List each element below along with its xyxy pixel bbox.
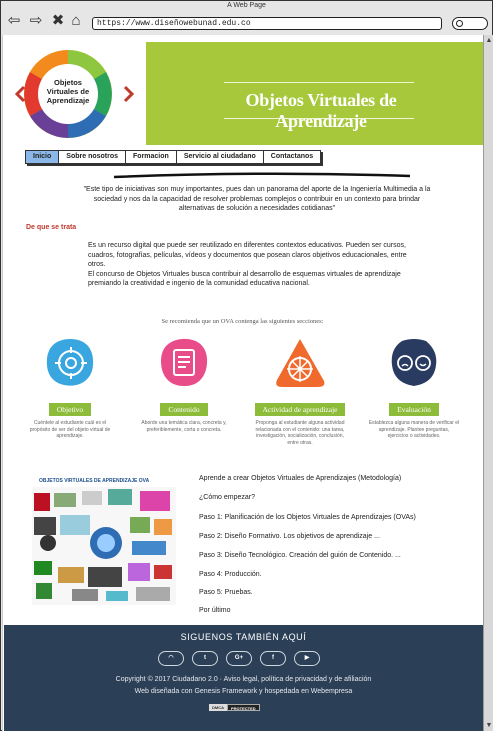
footer-title: SIGUENOS TAMBIÉN AQUÍ — [180, 632, 307, 642]
header-banner: Objetos Virtuales de Aprendizaje — [146, 42, 483, 145]
browser-toolbar: ⇦ ⇨ ✖ ⌂ https://www.diseñowebunad.edu.co — [1, 11, 492, 35]
logo-line-3: Aprendizaje — [47, 96, 90, 105]
card-title: Contenido — [160, 403, 208, 416]
forward-arrow-icon[interactable]: ⇨ — [28, 13, 44, 29]
rss-icon[interactable]: ◠ — [158, 651, 184, 666]
dmca-label: DMCA — [209, 704, 227, 711]
logo-line-2: Virtuales de — [47, 87, 89, 96]
site-header: Objetos Virtuales de Aprendizaje Objetos… — [2, 42, 483, 145]
document-icon — [158, 337, 210, 389]
banner-rule-bottom — [224, 118, 414, 119]
scroll-up-arrow-icon[interactable]: ▲ — [485, 37, 493, 44]
ova-logo[interactable]: Objetos Virtuales de Aprendizaje — [4, 42, 146, 145]
card-title: Objetivo — [48, 403, 92, 416]
steps-heading[interactable]: Aprende a crear Objetos Virtuales de Apr… — [199, 475, 401, 482]
step-final: Por último — [199, 607, 231, 614]
card-title: Actividad de aprendizaje — [254, 403, 346, 416]
footer-credits: Web diseñada con Genesis Framework y hos… — [134, 688, 353, 695]
ova-collage-title: OBJETOS VIRTUALES DE APRENDIZAJE OVA — [39, 478, 150, 484]
back-arrow-icon[interactable]: ⇦ — [6, 13, 22, 29]
card-text: Establezca alguna manera de verificar el… — [368, 420, 460, 439]
browser-window: A Web Page ⇦ ⇨ ✖ ⌂ https://www.diseñoweb… — [0, 0, 493, 731]
site-footer: SIGUENOS TAMBIÉN AQUÍ ◠ t G+ f ▶ Copyrig… — [4, 625, 483, 731]
steps-start: ¿Cómo empezar? — [199, 494, 256, 501]
section-heading: De que se trata — [26, 224, 77, 231]
google-plus-icon[interactable]: G+ — [226, 651, 252, 666]
brush-divider — [113, 172, 411, 179]
social-links: ◠ t G+ f ▶ — [158, 651, 320, 666]
description-p2: El concurso de Objetos Virtuales busca c… — [88, 270, 401, 288]
recommend-text: Se recomienda que un OVA contenga las si… — [161, 318, 324, 325]
faces-icon — [388, 337, 440, 389]
ova-sections: Objetivo Cuéntele al estudiante cuál es … — [2, 337, 483, 457]
card-actividad: Actividad de aprendizaje Proponga al est… — [250, 337, 350, 446]
logo-line-1: Objetos — [54, 78, 82, 87]
card-objetivo: Objetivo Cuéntele al estudiante cuál es … — [20, 337, 120, 440]
banner-rule-top — [224, 82, 414, 83]
description-p1: Es un recurso digital que puede ser reut… — [88, 242, 407, 268]
card-text: Cuéntele al estudiante cuál es el propós… — [29, 420, 111, 439]
dmca-protected-label: PROTECTED — [227, 704, 260, 711]
step-3: Paso 3: Diseño Tecnológico. Creación del… — [199, 552, 401, 559]
intro-quote: "Este tipo de iniciativas son muy import… — [83, 186, 431, 212]
scroll-down-arrow-icon[interactable]: ▼ — [485, 722, 493, 729]
twitter-icon[interactable]: t — [192, 651, 218, 666]
youtube-icon[interactable]: ▶ — [294, 651, 320, 666]
nav-item-contactanos[interactable]: Contactanos — [263, 151, 321, 163]
page-viewport: Objetos Virtuales de Aprendizaje Objetos… — [2, 35, 483, 731]
card-text: Proponga al estudiante alguna actividad … — [255, 420, 345, 446]
step-1: Paso 1: Planificación de los Objetos Vir… — [199, 514, 416, 521]
card-contenido: Contenido Aborde una temática clara, con… — [134, 337, 234, 433]
dmca-badge[interactable]: DMCA PROTECTED — [209, 704, 260, 711]
ova-collage-image[interactable] — [32, 487, 176, 605]
footer-copyright: Copyright © 2017 Ciudadano 2.0 · Aviso l… — [115, 676, 372, 683]
nav-item-sobre-nosotros[interactable]: Sobre nosotros — [59, 151, 127, 163]
close-icon[interactable]: ✖ — [50, 13, 66, 29]
search-field[interactable] — [452, 17, 488, 30]
vertical-scrollbar[interactable]: ▲ ▼ — [483, 35, 493, 731]
step-4: Paso 4: Producción. — [199, 571, 262, 578]
window-title: A Web Page — [227, 2, 266, 9]
banner-title: Objetos Virtuales de Aprendizaje — [245, 90, 397, 131]
compass-icon — [274, 337, 326, 389]
step-2: Paso 2: Diseño Formativo. Los objetivos … — [199, 533, 380, 540]
step-5: Paso 5: Pruebas. — [199, 589, 253, 596]
home-icon[interactable]: ⌂ — [68, 13, 84, 29]
card-text: Aborde una temática clara, concreta y, p… — [141, 420, 227, 433]
nav-item-inicio[interactable]: Inicio — [26, 151, 60, 163]
search-icon — [456, 20, 463, 27]
card-title: Evaluación — [389, 403, 439, 416]
url-input[interactable]: https://www.diseñowebunad.edu.co — [92, 17, 442, 30]
nav-item-servicio[interactable]: Servicio al ciudadano — [176, 151, 264, 163]
card-evaluacion: Evaluación Establezca alguna manera de v… — [364, 337, 464, 440]
nav-item-formacion[interactable]: Formacion — [126, 151, 177, 163]
main-nav: Inicio Sobre nosotros Formacion Servicio… — [25, 150, 322, 164]
description: Es un recurso digital que puede ser reut… — [88, 241, 423, 289]
target-icon — [44, 337, 96, 389]
facebook-icon[interactable]: f — [260, 651, 286, 666]
